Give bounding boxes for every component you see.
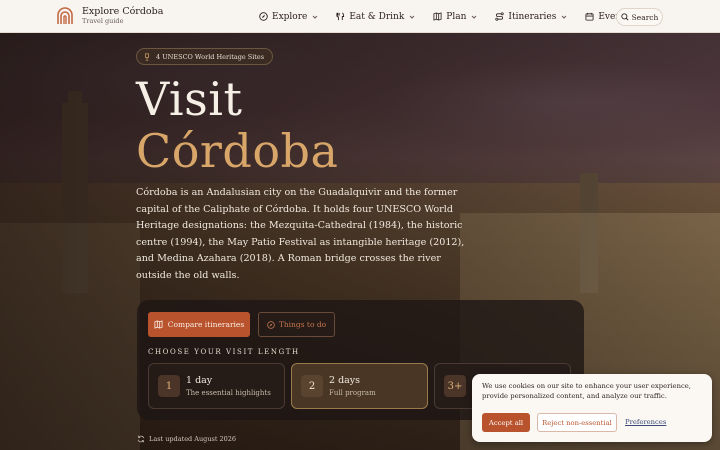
trophy-icon bbox=[145, 52, 149, 61]
things-to-do-button[interactable]: Things to do bbox=[258, 312, 335, 337]
hero-title-line2: Córdoba bbox=[136, 124, 339, 178]
search-label: Search bbox=[631, 12, 659, 22]
option-title: 1 day bbox=[186, 375, 213, 386]
cookie-banner: We use cookies on our site to enhance yo… bbox=[472, 374, 712, 442]
cookie-preferences-link[interactable]: Preferences bbox=[625, 418, 666, 426]
nav-explore-label: Explore bbox=[272, 11, 308, 22]
option-number: 1 bbox=[158, 375, 180, 397]
compare-itineraries-button[interactable]: Compare itineraries bbox=[148, 312, 250, 337]
option-title: 2 days bbox=[329, 375, 361, 386]
calendar-icon bbox=[585, 12, 594, 21]
reject-non-essential-button[interactable]: Reject non-essential bbox=[537, 413, 617, 432]
site-header: Explore Córdoba Travel guide Explore Eat… bbox=[0, 0, 720, 33]
chevron-down-icon bbox=[562, 15, 567, 19]
nav-plan[interactable]: Plan bbox=[433, 0, 477, 33]
chevron-down-icon bbox=[312, 15, 318, 19]
badge-label: 4 UNESCO World Heritage Sites bbox=[156, 52, 265, 61]
map-icon bbox=[154, 320, 163, 329]
unesco-badge: 4 UNESCO World Heritage Sites bbox=[136, 48, 274, 65]
option-subtitle: Full program bbox=[329, 389, 376, 397]
fork-knife-icon bbox=[336, 12, 345, 21]
accept-all-cookies-button[interactable]: Accept all bbox=[482, 413, 530, 432]
option-subtitle: The essential highlights bbox=[186, 389, 271, 397]
visit-length-heading: CHOOSE YOUR VISIT LENGTH bbox=[148, 348, 300, 356]
compass-icon bbox=[259, 12, 268, 21]
hero-intro: Córdoba is an Andalusian city on the Gua… bbox=[136, 187, 465, 281]
last-updated-label: Last updated August 2026 bbox=[149, 435, 237, 443]
search-icon bbox=[621, 13, 629, 21]
nav-eat-drink[interactable]: Eat & Drink bbox=[336, 0, 415, 33]
nav-explore[interactable]: Explore bbox=[259, 0, 318, 33]
nav-eat-drink-label: Eat & Drink bbox=[349, 11, 405, 22]
main-nav: Explore Eat & Drink Plan Itineraries Eve… bbox=[259, 0, 658, 33]
option-number: 2 bbox=[301, 375, 323, 397]
nav-itineraries-label: Itineraries bbox=[508, 11, 557, 22]
hero-title-line1: Visit bbox=[136, 72, 243, 126]
visit-option-2-days[interactable]: 2 2 days Full program bbox=[291, 363, 428, 409]
cookie-message: We use cookies on our site to enhance yo… bbox=[482, 382, 691, 400]
option-number: 3+ bbox=[444, 375, 466, 397]
compare-itineraries-label: Compare itineraries bbox=[167, 320, 245, 329]
visit-option-1-day[interactable]: 1 1 day The essential highlights bbox=[148, 363, 285, 409]
things-to-do-label: Things to do bbox=[278, 320, 327, 329]
chevron-down-icon bbox=[409, 15, 415, 19]
brand-subtitle: Travel guide bbox=[82, 17, 124, 25]
map-icon bbox=[433, 12, 442, 21]
arch-logo-icon bbox=[56, 7, 74, 25]
brand-title: Explore Córdoba bbox=[82, 6, 164, 17]
search-button[interactable]: Search bbox=[616, 8, 663, 26]
route-icon bbox=[495, 12, 505, 21]
compass-icon bbox=[267, 320, 275, 329]
brand-home-link[interactable]: Explore Córdoba Travel guide bbox=[56, 6, 163, 26]
last-updated: Last updated August 2026 bbox=[137, 435, 236, 443]
chevron-down-icon bbox=[472, 15, 477, 19]
refresh-icon bbox=[137, 435, 145, 443]
nav-itineraries[interactable]: Itineraries bbox=[495, 0, 567, 33]
nav-plan-label: Plan bbox=[446, 11, 467, 22]
